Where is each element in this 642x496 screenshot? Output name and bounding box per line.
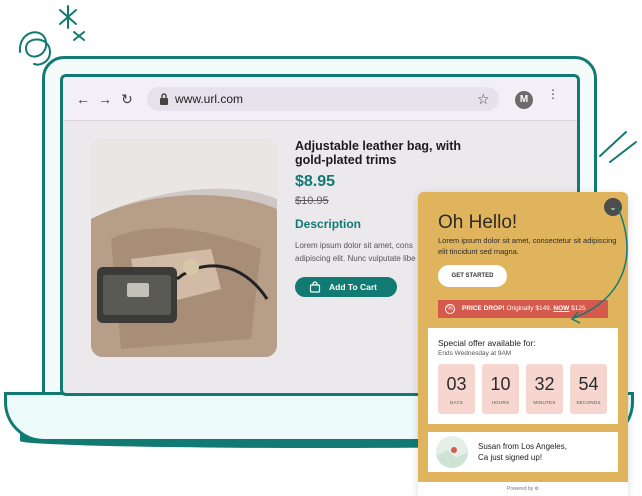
- countdown-seconds: 54 SECONDS: [570, 364, 607, 414]
- product-image: [91, 139, 277, 357]
- price-drop-banner[interactable]: % PRICE DROP! Originally $149. NOW $125: [438, 300, 608, 318]
- arrow-left-icon[interactable]: ←: [75, 91, 91, 107]
- popup-title: Oh Hello!: [438, 212, 518, 233]
- illustration: ← → ↻ www.url.com ☆ M ⋮ Adjustable leath…: [0, 0, 642, 496]
- offer-subtitle: Ends Wednesday at 9AM: [438, 350, 512, 357]
- browser-toolbar: ← → ↻ www.url.com ☆ M ⋮: [63, 77, 577, 121]
- product-old-price: $10.95: [295, 195, 329, 207]
- lock-icon: [160, 93, 168, 105]
- countdown-minutes: 32 MINUTES: [526, 364, 563, 414]
- popup-widget: Oh Hello! Lorem ipsum dolor sit amet, co…: [418, 192, 628, 496]
- shopping-bag-icon: [309, 281, 321, 293]
- popup-text: Lorem ipsum dolor sit amet, consectetur …: [438, 236, 617, 256]
- countdown-hours: 10 HOURS: [482, 364, 519, 414]
- price-drop-text: PRICE DROP! Originally $149. NOW $125: [462, 305, 586, 312]
- url-text: www.url.com: [175, 92, 244, 106]
- address-bar[interactable]: www.url.com ☆: [147, 87, 499, 111]
- description-text: Lorem ipsum dolor sit amet, cons adipisc…: [295, 241, 416, 263]
- add-to-cart-label: Add To Cart: [329, 282, 378, 292]
- offer-card: Special offer available for: Ends Wednes…: [428, 328, 618, 424]
- avatar[interactable]: M: [515, 91, 533, 109]
- add-to-cart-button[interactable]: Add To Cart: [295, 277, 397, 297]
- percent-icon: %: [445, 304, 455, 314]
- social-proof-card: Susan from Los Angeles, Ca just signed u…: [428, 432, 618, 472]
- close-icon[interactable]: ⌄: [604, 198, 622, 216]
- reload-icon[interactable]: ↻: [119, 91, 135, 107]
- description-heading: Description: [295, 217, 362, 231]
- powered-by: Powered by ⚙: [418, 482, 628, 496]
- offer-title: Special offer available for:: [438, 338, 536, 348]
- star-icon[interactable]: ☆: [477, 91, 490, 108]
- get-started-button[interactable]: GET STARTED: [438, 265, 507, 287]
- kebab-icon[interactable]: ⋮: [547, 88, 559, 100]
- social-proof-text: Susan from Los Angeles, Ca just signed u…: [478, 442, 567, 462]
- product-title: Adjustable leather bag, with gold-plated…: [295, 139, 461, 167]
- arrow-right-icon[interactable]: →: [97, 91, 113, 107]
- countdown-days: 03 DAYS: [438, 364, 475, 414]
- map-thumbnail: [436, 436, 468, 468]
- product-price: $8.95: [295, 173, 336, 190]
